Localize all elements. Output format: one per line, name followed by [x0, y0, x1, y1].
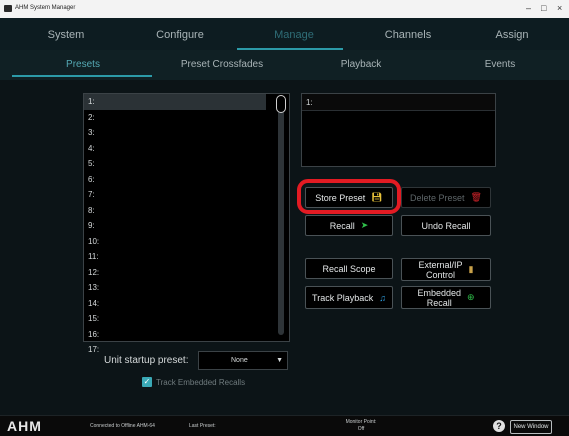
preset-row[interactable]: 14:: [84, 296, 289, 312]
track-playback-button[interactable]: Track Playback ♫: [305, 286, 393, 309]
external-ip-control-button[interactable]: External/IP Control ▮: [401, 258, 491, 281]
connection-status: Connected to Offline AHM-64: [90, 423, 155, 429]
track-embedded-recalls-checkbox[interactable]: ✓: [142, 377, 152, 387]
undo-recall-label: Undo Recall: [421, 220, 471, 231]
preset-row[interactable]: 2:: [84, 110, 289, 126]
remote-icon: ▮: [468, 264, 474, 274]
external-ip-control-label: External/IP Control: [418, 259, 463, 280]
track-embedded-recalls-label: Track Embedded Recalls: [156, 378, 246, 387]
undo-recall-button[interactable]: Undo Recall: [401, 215, 491, 236]
preset-row[interactable]: 15:: [84, 311, 289, 327]
title-bar: AHM System Manager – □ ×: [0, 0, 569, 18]
tab-presets[interactable]: Presets: [12, 59, 154, 70]
delete-preset-button[interactable]: Delete Preset 🗑︎: [401, 187, 491, 208]
preset-row[interactable]: 6:: [84, 172, 289, 188]
tab-preset-crossfades[interactable]: Preset Crossfades: [151, 59, 293, 70]
preset-row[interactable]: 4:: [84, 141, 289, 157]
trash-icon: 🗑︎: [470, 192, 482, 202]
unit-startup-preset-label: Unit startup preset:: [104, 355, 189, 366]
tab-events[interactable]: Events: [429, 59, 569, 70]
tab-configure[interactable]: Configure: [123, 29, 237, 41]
status-bar: AHM Connected to Offline AHM-64 Last Pre…: [0, 415, 569, 436]
music-note-icon: ♫: [379, 292, 386, 303]
recall-scope-button[interactable]: Recall Scope: [305, 258, 393, 279]
tab-assign[interactable]: Assign: [455, 29, 569, 41]
main-nav: System Configure Manage Channels Assign: [0, 18, 569, 50]
preset-preview-selected: 1:: [302, 94, 495, 111]
preset-row[interactable]: 12:: [84, 265, 289, 281]
window-title: AHM System Manager: [15, 5, 76, 11]
preset-row[interactable]: 13:: [84, 280, 289, 296]
tab-playback[interactable]: Playback: [290, 59, 432, 70]
preset-row[interactable]: 9:: [84, 218, 289, 234]
minimize-icon[interactable]: –: [526, 3, 531, 13]
active-subtab-underline: [12, 75, 152, 77]
preset-list-scroll-thumb[interactable]: [276, 95, 286, 113]
recall-button[interactable]: Recall ➤: [305, 215, 393, 236]
recall-scope-label: Recall Scope: [322, 263, 376, 274]
embedded-recall-button[interactable]: Embedded Recall ⊕: [401, 286, 491, 309]
sub-nav: Presets Preset Crossfades Playback Event…: [0, 50, 569, 80]
ahm-logo: AHM: [7, 418, 42, 434]
maximize-icon[interactable]: □: [541, 3, 546, 13]
monitor-point-label: Monitor Point:: [345, 419, 377, 425]
preset-row[interactable]: 5:: [84, 156, 289, 172]
preset-row[interactable]: 1:: [84, 94, 266, 110]
unit-startup-preset-dropdown[interactable]: None ▼: [198, 351, 288, 370]
preset-row[interactable]: 3:: [84, 125, 289, 141]
close-icon[interactable]: ×: [557, 3, 562, 13]
chevron-down-icon: ▼: [276, 357, 283, 364]
tab-manage[interactable]: Manage: [237, 29, 351, 41]
preset-row[interactable]: 10:: [84, 234, 289, 250]
tab-channels[interactable]: Channels: [351, 29, 465, 41]
preset-list[interactable]: 1: 2: 3: 4: 5: 6: 7: 8: 9: 10: 11: 12: 13: 14: 15: 16: 1…: [83, 93, 290, 354]
embedded-recall-icon: ⊕: [467, 292, 475, 302]
store-preset-highlight: [297, 179, 401, 214]
unit-startup-preset-value: None: [231, 357, 248, 364]
tab-system[interactable]: System: [9, 29, 123, 41]
preset-row[interactable]: 7:: [84, 187, 289, 203]
preset-preview: 1:: [301, 93, 496, 167]
track-playback-label: Track Playback: [312, 292, 374, 303]
embedded-recall-label: Embedded Recall: [417, 287, 461, 308]
last-preset-label: Last Preset:: [189, 423, 216, 429]
help-icon[interactable]: ?: [493, 420, 505, 432]
delete-preset-label: Delete Preset: [410, 192, 465, 203]
recall-label: Recall: [329, 220, 355, 231]
app-icon: [4, 5, 12, 12]
preset-row[interactable]: 11:: [84, 249, 289, 265]
new-window-button[interactable]: New Window: [510, 420, 552, 434]
recall-arrow-icon: ➤: [360, 220, 369, 230]
preset-rows: 1: 2: 3: 4: 5: 6: 7: 8: 9: 10: 11: 12: 13: 14: 15: 16: 1…: [84, 94, 289, 358]
monitor-point-value: Off: [357, 426, 365, 432]
preset-row[interactable]: 8:: [84, 203, 289, 219]
preset-row[interactable]: 16:: [84, 327, 289, 343]
preset-list-scrollbar[interactable]: [278, 96, 284, 335]
